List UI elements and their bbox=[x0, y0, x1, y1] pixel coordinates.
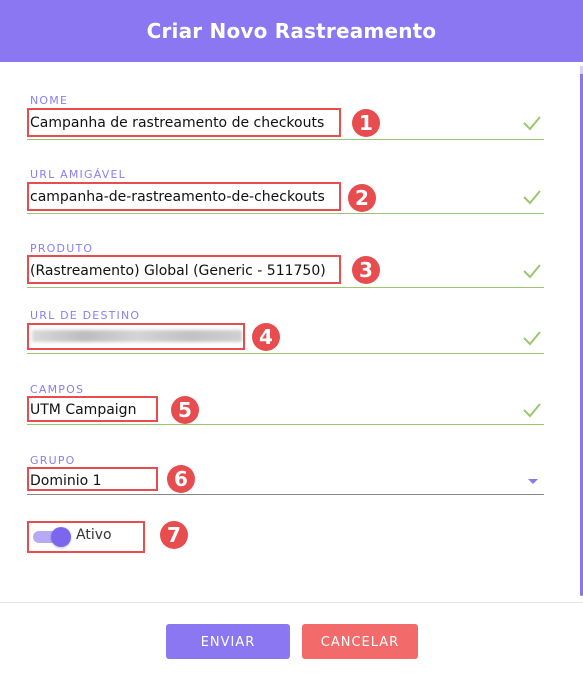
annotation-marker-7: 7 bbox=[160, 521, 188, 549]
dialog-footer bbox=[0, 602, 583, 678]
annotation-marker-2: 2 bbox=[348, 184, 376, 212]
annotation-marker-3: 3 bbox=[352, 256, 380, 284]
destination-url-label: URL de Destino bbox=[30, 309, 141, 322]
check-icon bbox=[523, 403, 541, 418]
name-label: Nome bbox=[30, 94, 69, 107]
dialog-title: Criar Novo Rastreamento bbox=[0, 0, 583, 62]
group-underline bbox=[27, 494, 544, 495]
annotation-marker-5: 5 bbox=[171, 396, 199, 424]
friendly-url-underline bbox=[27, 213, 544, 214]
annotation-marker-1: 1 bbox=[352, 109, 380, 137]
check-icon bbox=[523, 264, 541, 279]
check-icon bbox=[523, 190, 541, 205]
destination-url-underline bbox=[27, 353, 544, 354]
annotation-box-5 bbox=[27, 396, 158, 422]
annotation-box-6 bbox=[27, 467, 158, 491]
annotation-marker-4: 4 bbox=[252, 323, 280, 351]
product-label: Produto bbox=[30, 242, 94, 255]
annotation-box-4 bbox=[27, 323, 245, 350]
annotation-box-3 bbox=[27, 255, 341, 284]
friendly-url-label: URL Amigável bbox=[30, 168, 126, 181]
check-icon bbox=[523, 116, 541, 131]
annotation-marker-6: 6 bbox=[167, 465, 195, 493]
product-underline bbox=[27, 287, 544, 288]
annotation-box-1 bbox=[27, 108, 341, 137]
annotation-box-7 bbox=[27, 521, 145, 553]
check-icon bbox=[523, 331, 541, 346]
cancel-button[interactable]: CANCELAR bbox=[302, 624, 418, 659]
fields-label: Campos bbox=[30, 383, 85, 396]
annotation-box-2 bbox=[27, 182, 341, 211]
send-button[interactable]: ENVIAR bbox=[166, 624, 290, 659]
chevron-down-icon[interactable] bbox=[528, 479, 538, 484]
fields-underline bbox=[27, 424, 544, 425]
group-label: Grupo bbox=[30, 454, 76, 467]
name-underline bbox=[27, 139, 544, 140]
